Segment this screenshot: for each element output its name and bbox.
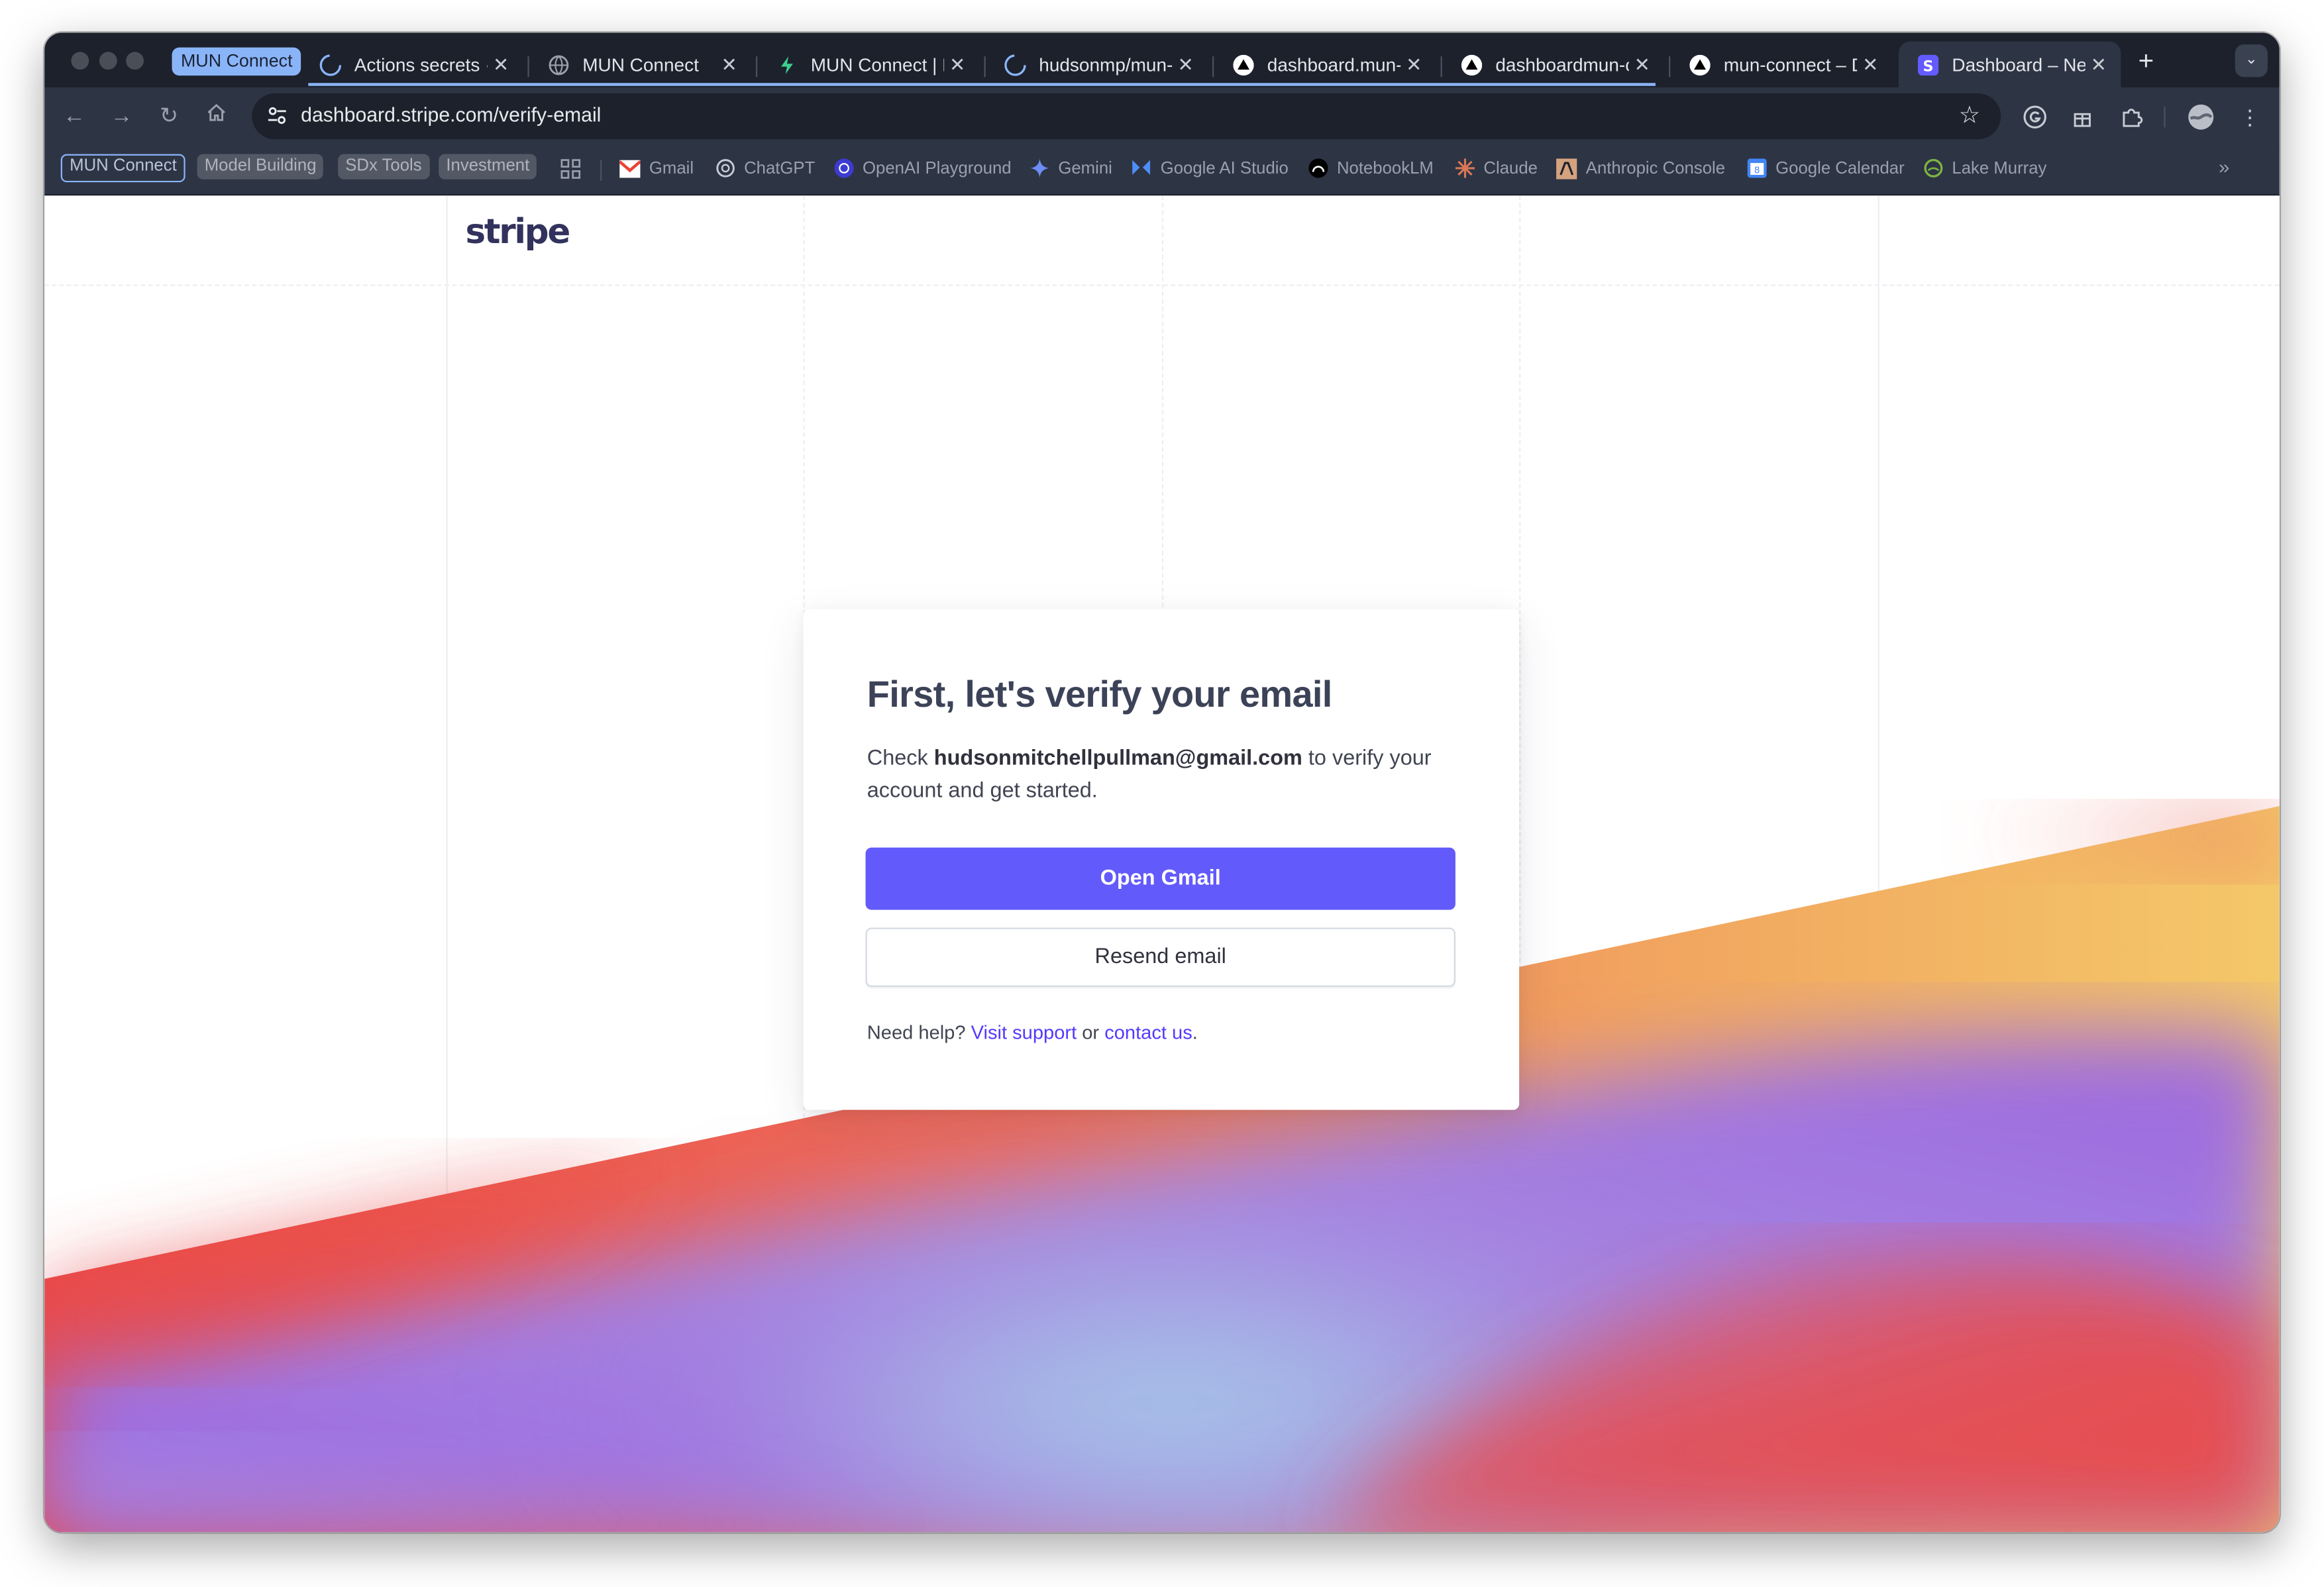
bookmark-group-mun-connect[interactable]: MUN Connect <box>60 154 186 183</box>
extension-gift-icon[interactable] <box>2066 101 2099 133</box>
url-text[interactable]: dashboard.stripe.com/verify-email <box>301 104 601 127</box>
close-icon[interactable]: ✕ <box>1629 52 1656 76</box>
notebooklm-icon <box>1307 158 1328 178</box>
grammarly-icon[interactable] <box>2019 101 2051 133</box>
gemini-icon <box>1029 158 1049 178</box>
bookmark-google-ai-studio[interactable]: Google AI Studio <box>1131 156 1289 181</box>
lake-murray-icon <box>1923 158 1943 178</box>
verify-instructions: Check hudsonmitchellpullman@gmail.com to… <box>867 746 1432 803</box>
more-bookmarks-chevron-icon[interactable]: » <box>2219 156 2229 178</box>
bookmark-group-model-building[interactable]: Model Building <box>197 154 324 179</box>
close-icon[interactable]: ✕ <box>716 52 743 76</box>
calendar-icon: 8 <box>1746 158 1766 178</box>
bookmark-group-investment[interactable]: Investment <box>439 154 537 179</box>
browser-toolbar: ← → ↻ dashboard.stripe.com/verify-email … <box>44 87 2280 147</box>
bookmark-star-icon[interactable]: ☆ <box>1959 101 1980 130</box>
open-gmail-button[interactable]: Open Gmail <box>865 847 1455 910</box>
bolt-icon <box>775 52 799 76</box>
tab-search-button[interactable]: ⌄ <box>2235 44 2268 77</box>
home-icon <box>207 103 225 121</box>
vercel-icon <box>1688 52 1712 76</box>
close-icon[interactable]: ✕ <box>1857 52 1883 76</box>
bookmark-openai-playground[interactable]: OpenAI Playground <box>833 156 1012 181</box>
tab-strip: MUN Connect Actions secrets · ✕ MUN Conn… <box>44 32 2280 87</box>
openai-playground-icon <box>833 158 853 178</box>
bookmark-google-calendar[interactable]: 8 Google Calendar <box>1746 156 1905 181</box>
close-window-button[interactable] <box>71 52 89 70</box>
bookmarks-bar: MUN Connect Model Building SDx Tools Inv… <box>44 146 2280 196</box>
vercel-icon <box>1460 52 1484 76</box>
loading-icon <box>319 52 343 76</box>
openai-icon <box>714 158 735 178</box>
contact-us-link[interactable]: contact us <box>1104 1021 1192 1043</box>
extensions-puzzle-icon[interactable] <box>2115 101 2147 133</box>
page-title: First, let's verify your email <box>867 674 1333 716</box>
zoom-window-button[interactable] <box>126 52 144 70</box>
bookmark-notebooklm[interactable]: NotebookLM <box>1307 156 1434 181</box>
close-icon[interactable]: ✕ <box>488 52 514 76</box>
reload-button[interactable]: ↻ <box>154 102 184 132</box>
resend-email-button[interactable]: Resend email <box>865 927 1455 987</box>
page-content: stripe First, let's verify your email Ch… <box>44 195 2280 1533</box>
close-icon[interactable]: ✕ <box>1400 52 1427 76</box>
tab-vercel-dashboard[interactable]: dashboard.mun-c ✕ <box>1214 42 1436 87</box>
apps-grid-icon[interactable] <box>560 156 581 181</box>
vercel-icon <box>1232 52 1255 76</box>
anthropic-icon <box>1556 158 1577 179</box>
tab-github-repo[interactable]: hudsonmp/mun-c ✕ <box>986 42 1208 87</box>
tab-vercel-dashboardmun[interactable]: dashboardmun-c ✕ <box>1442 42 1665 87</box>
loading-icon <box>1004 52 1028 76</box>
close-icon[interactable]: ✕ <box>1173 52 1199 76</box>
back-button[interactable]: ← <box>59 102 89 132</box>
close-icon[interactable]: ✕ <box>944 52 971 76</box>
site-settings-icon[interactable] <box>265 104 289 128</box>
close-icon[interactable]: ✕ <box>2086 52 2112 76</box>
verify-email-card: First, let's verify your email Check hud… <box>803 609 1520 1110</box>
bookmark-anthropic-console[interactable]: Anthropic Console <box>1556 156 1725 181</box>
browser-menu-icon[interactable]: ⋮ <box>2233 101 2266 133</box>
profile-avatar[interactable] <box>2185 101 2217 133</box>
bookmark-chatgpt[interactable]: ChatGPT <box>714 156 815 181</box>
gmail-icon <box>619 158 641 178</box>
home-button[interactable] <box>201 102 231 132</box>
tab-vercel-mun-connect[interactable]: mun-connect – D ✕ <box>1670 42 1893 87</box>
visit-support-link[interactable]: Visit support <box>971 1021 1077 1043</box>
email-address: hudsonmitchellpullman@gmail.com <box>933 746 1302 771</box>
svg-text:S: S <box>1923 57 1934 74</box>
tab-actions-secrets[interactable]: Actions secrets · ✕ <box>301 42 523 87</box>
bookmark-lake-murray[interactable]: Lake Murray <box>1923 156 2046 181</box>
globe-icon <box>547 52 571 76</box>
help-text: Need help? Visit support or contact us. <box>867 1021 1198 1043</box>
tab-group-label[interactable]: MUN Connect <box>172 47 301 76</box>
bookmark-claude[interactable]: Claude <box>1454 156 1538 181</box>
stripe-icon: S <box>1917 52 1940 76</box>
stripe-logo[interactable]: stripe <box>465 213 570 252</box>
new-tab-button[interactable]: + <box>2131 46 2161 76</box>
ai-studio-icon <box>1131 158 1151 178</box>
tab-mun-connect[interactable]: MUN Connect ✕ <box>529 42 752 87</box>
forward-button[interactable]: → <box>107 102 136 132</box>
bookmark-group-sdx-tools[interactable]: SDx Tools <box>338 154 429 179</box>
claude-icon <box>1454 158 1475 178</box>
bookmark-gemini[interactable]: Gemini <box>1029 156 1112 181</box>
tab-stripe-dashboard[interactable]: S Dashboard – New ✕ <box>1898 41 2121 87</box>
minimize-window-button[interactable] <box>99 52 117 70</box>
browser-window: MUN Connect Actions secrets · ✕ MUN Conn… <box>44 32 2280 1533</box>
svg-text:8: 8 <box>1754 166 1760 176</box>
tab-mun-connect-h[interactable]: MUN Connect | H ✕ <box>757 42 980 87</box>
bookmark-gmail[interactable]: Gmail <box>619 156 694 181</box>
address-bar[interactable]: dashboard.stripe.com/verify-email ☆ <box>252 93 2001 140</box>
